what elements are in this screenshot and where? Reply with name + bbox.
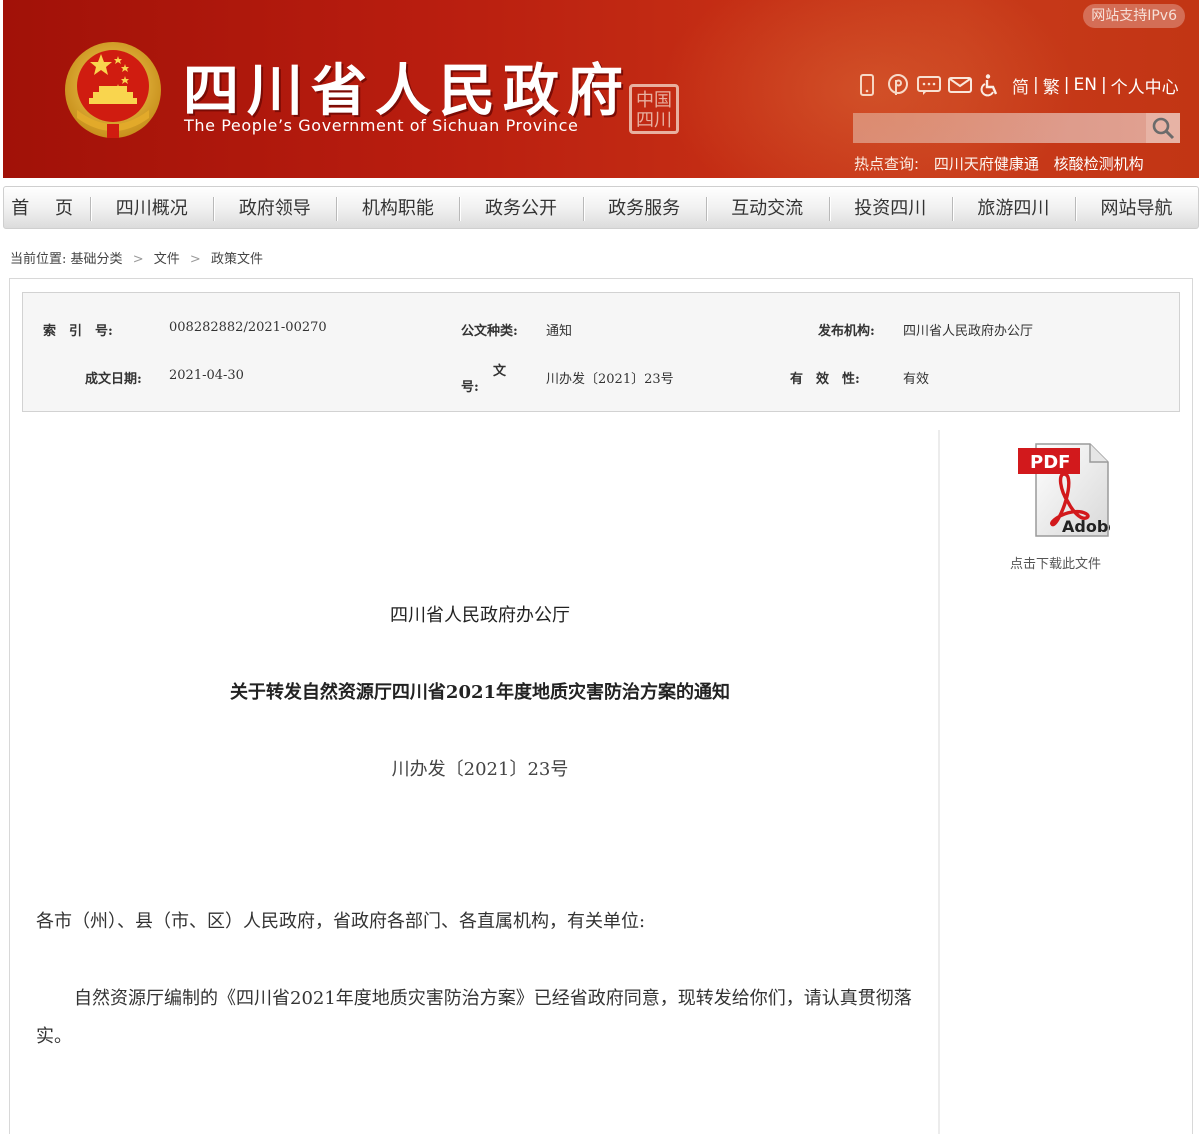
nav-institutions[interactable]: 机构职能 xyxy=(336,187,459,228)
mobile-icon[interactable] xyxy=(853,72,881,98)
nav-site-map[interactable]: 网站导航 xyxy=(1074,187,1198,228)
document-title: 关于转发自然资源厅四川省2021年度地质灾害防治方案的通知 xyxy=(229,682,731,703)
nav-government-leaders[interactable]: 政府领导 xyxy=(213,187,336,228)
pdf-download-button[interactable]: PDF Adobe xyxy=(1010,440,1119,544)
nav-invest-sichuan[interactable]: 投资四川 xyxy=(828,187,952,228)
search-icon xyxy=(1152,117,1175,140)
national-emblem-icon xyxy=(65,42,161,138)
lang-traditional-link[interactable]: 繁 xyxy=(1039,73,1064,98)
search-input[interactable] xyxy=(853,113,1146,143)
nav-home[interactable]: 首 页 xyxy=(4,187,90,228)
search-button[interactable] xyxy=(1146,113,1180,143)
site-subtitle: The People’s Government of Sichuan Provi… xyxy=(184,116,579,135)
personal-center-link[interactable]: 个人中心 xyxy=(1107,73,1183,98)
accessibility-icon[interactable] xyxy=(977,72,1005,98)
meta-date-value: 2021-04-30 xyxy=(169,368,244,383)
main-nav: 首 页 四川概况 政府领导 机构职能 政务公开 政务服务 互动交流 投资四川 旅… xyxy=(3,186,1199,229)
breadcrumb-item-basic[interactable]: 基础分类 xyxy=(71,252,123,267)
nav-tour-sichuan[interactable]: 旅游四川 xyxy=(951,187,1075,228)
meta-type-label: 公文种类: xyxy=(461,324,518,339)
hot-search: 热点查询: 四川天府健康通 核酸检测机构 xyxy=(854,153,1154,174)
meta-index-value: 008282882/2021-00270 xyxy=(169,320,327,335)
meta-date-label: 成文日期: xyxy=(85,372,142,387)
lang-separator: | xyxy=(1063,75,1070,95)
lang-simplified-link[interactable]: 简 xyxy=(1008,73,1033,98)
breadcrumb-item-files[interactable]: 文件 xyxy=(154,252,180,267)
nav-government-services[interactable]: 政务服务 xyxy=(582,187,706,228)
breadcrumb-separator: > xyxy=(132,252,144,267)
meta-index-label: 索 引 号: xyxy=(43,324,113,339)
breadcrumb: 当前位置: 基础分类 > 文件 > 政策文件 xyxy=(10,248,263,267)
nav-interaction[interactable]: 互动交流 xyxy=(705,187,829,228)
meta-org-label: 发布机构: xyxy=(818,324,875,339)
seal-logo: 中国四川 xyxy=(629,84,679,134)
wechat-icon[interactable] xyxy=(915,72,943,98)
ipv6-badge: 网站支持IPv6 xyxy=(1083,4,1185,28)
breadcrumb-label: 当前位置: xyxy=(10,252,67,267)
nav-open-government[interactable]: 政务公开 xyxy=(459,187,582,228)
header-tools: 简 | 繁 | EN | 个人中心 xyxy=(853,70,1183,100)
meta-valid-label: 有 效 性: xyxy=(790,372,860,387)
document-meta: 索 引 号: 008282882/2021-00270 公文种类: 通知 发布机… xyxy=(22,292,1180,412)
document-number: 川办发〔2021〕23号 xyxy=(391,759,569,780)
meta-docno-value: 川办发〔2021〕23号 xyxy=(546,372,674,387)
issuer-name: 四川省人民政府办公厅 xyxy=(390,605,570,626)
recipient-line: 各市（州）、县（市、区）人民政府，省政府各部门、各直属机构，有关单位: xyxy=(36,911,646,932)
lang-separator: | xyxy=(1033,75,1039,95)
pdf-file-icon: PDF Adobe xyxy=(1018,443,1119,537)
pdf-label: PDF xyxy=(1030,452,1070,473)
mail-icon[interactable] xyxy=(946,72,974,98)
adobe-label: Adobe xyxy=(1062,517,1110,536)
meta-valid-value: 有效 xyxy=(903,372,930,387)
nav-sichuan-overview[interactable]: 四川概况 xyxy=(90,187,213,228)
weibo-icon[interactable] xyxy=(884,72,912,98)
sidebar-divider xyxy=(938,430,940,1134)
site-title[interactable]: 四川省人民政府 xyxy=(183,46,631,127)
body-paragraph: 自然资源厅编制的《四川省2021年度地质灾害防治方案》已经省政府同意，现转发给你… xyxy=(36,988,912,1047)
meta-docno-label-2: 号: xyxy=(461,380,479,395)
meta-org-value: 四川省人民政府办公厅 xyxy=(903,324,1034,339)
site-header: 四川省人民政府 The People’s Government of Sichu… xyxy=(3,0,1199,178)
download-caption[interactable]: 点击下载此文件 xyxy=(1010,553,1101,572)
lang-english-link[interactable]: EN xyxy=(1069,75,1100,95)
meta-type-value: 通知 xyxy=(546,324,573,339)
hot-link-health-code[interactable]: 四川天府健康通 xyxy=(934,155,1039,173)
breadcrumb-item-policy[interactable]: 政策文件 xyxy=(211,252,263,267)
breadcrumb-separator: > xyxy=(189,252,201,267)
meta-docno-label-1: 文 xyxy=(493,364,507,379)
hot-link-testing-sites[interactable]: 核酸检测机构 xyxy=(1054,155,1144,173)
hot-search-label: 热点查询: xyxy=(854,155,920,173)
